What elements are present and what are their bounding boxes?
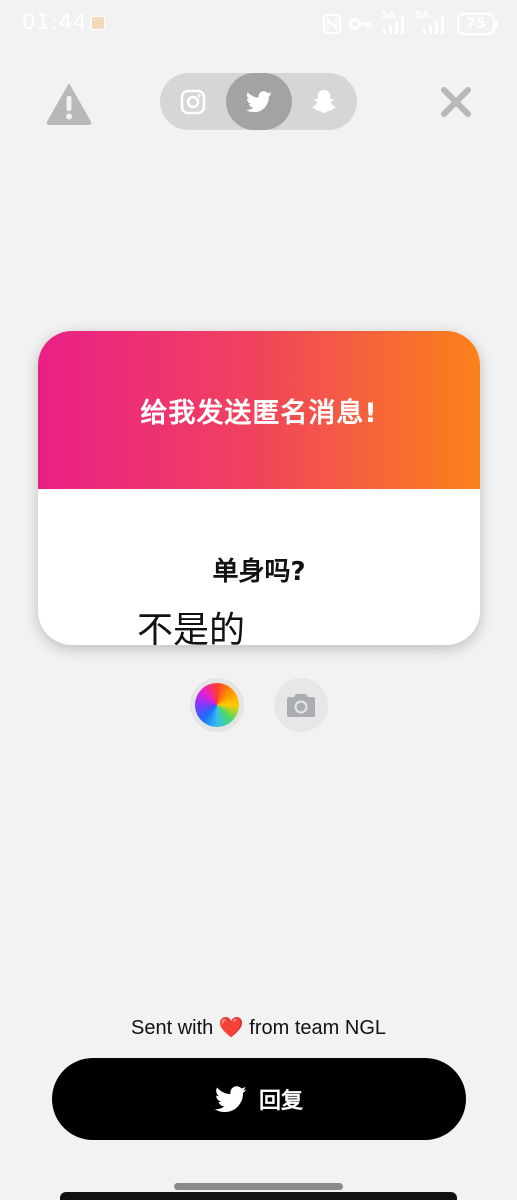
key-icon [349, 18, 372, 30]
footer-credit: Sent with ❤️ from team NGL [0, 1015, 517, 1040]
card-header: 给我发送匿名消息! [38, 331, 480, 489]
snapchat-icon [312, 89, 336, 113]
battery-icon: 75 [457, 13, 498, 35]
nfc-icon [323, 14, 341, 34]
instagram-icon [180, 89, 206, 114]
heart-icon: ❤️ [218, 1017, 244, 1039]
footer-prefix: Sent with [131, 1017, 214, 1039]
status-bar: 01:44 5A 5A 75 [0, 0, 517, 50]
footer-suffix: from team NGL [249, 1017, 386, 1039]
notification-app-icon [91, 16, 105, 30]
home-indicator[interactable] [174, 1183, 343, 1190]
signal-icon [423, 16, 444, 34]
question-text: 单身吗? [212, 557, 306, 587]
card-title: 给我发送匿名消息! [140, 397, 378, 429]
message-card: 给我发送匿名消息! 单身吗? 不是的 [38, 331, 480, 645]
network-type-2: 5A [415, 10, 449, 35]
bottom-edge [60, 1192, 457, 1200]
twitter-icon [214, 1085, 247, 1112]
close-icon [441, 87, 471, 117]
card-body: 单身吗? 不是的 [38, 489, 480, 645]
color-wheel-icon [195, 683, 239, 727]
status-icons: 5A 5A 75 [323, 10, 498, 36]
close-button[interactable] [438, 84, 474, 120]
share-platform-switch [160, 73, 357, 130]
camera-button[interactable] [274, 678, 328, 732]
color-picker-button[interactable] [190, 678, 244, 732]
report-button[interactable] [46, 83, 92, 125]
reply-button[interactable]: 回复 [52, 1058, 466, 1140]
camera-icon [287, 694, 315, 717]
answer-text[interactable]: 不是的 [137, 601, 245, 645]
tab-instagram[interactable] [160, 73, 226, 130]
tab-twitter[interactable] [226, 73, 292, 130]
signal-icon [383, 16, 404, 34]
tab-snapchat[interactable] [291, 73, 357, 130]
network-type-1: 5A [381, 10, 407, 35]
twitter-icon [246, 90, 272, 112]
status-time: 01:44 [22, 10, 88, 34]
warning-icon [46, 84, 92, 125]
battery-level: 75 [466, 16, 486, 32]
reply-label: 回复 [258, 1089, 303, 1114]
